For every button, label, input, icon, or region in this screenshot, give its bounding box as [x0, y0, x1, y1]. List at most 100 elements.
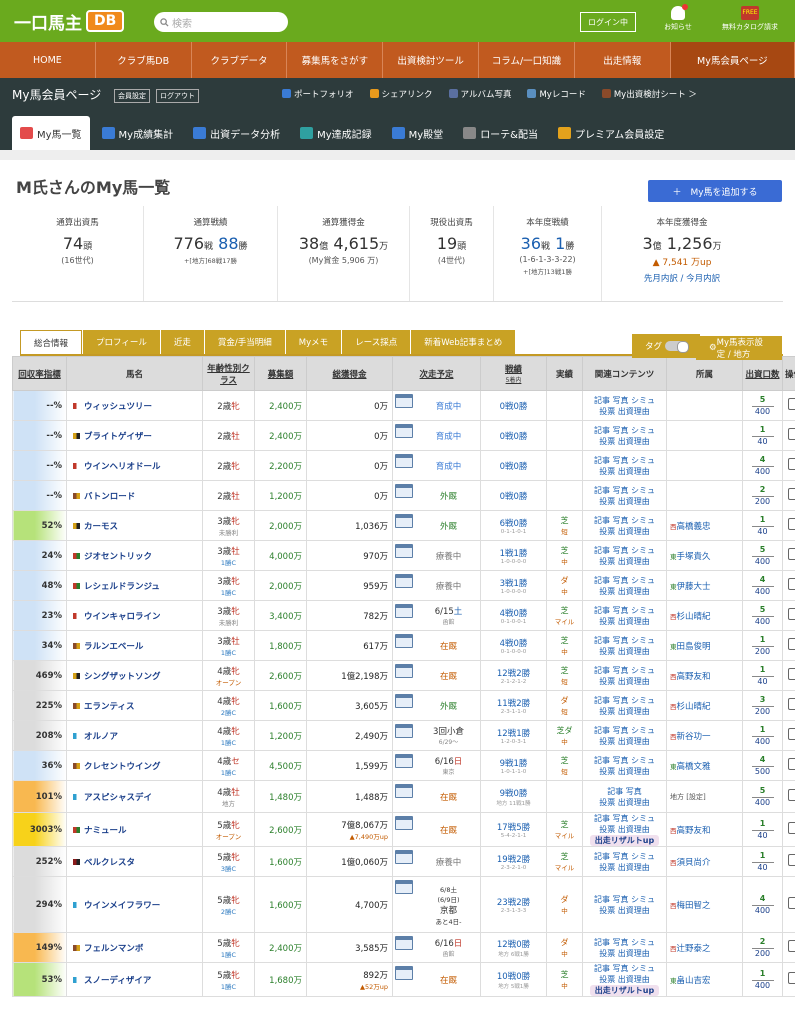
stable-trainer[interactable]: 西新谷功一 [666, 720, 743, 751]
next-schedule[interactable]: 3回小倉 6/29〜 [392, 720, 481, 751]
race-record[interactable]: 11戦2勝 2-3-1-1-0 [480, 690, 547, 721]
race-record[interactable]: 23戦2勝 2-3-1-3-3 [480, 876, 547, 933]
subtab[interactable]: 賞金/手当明細 [204, 330, 285, 354]
race-record[interactable]: 4戦0勝 0-1-0-0-1 [480, 600, 547, 631]
row-checkbox[interactable] [787, 428, 795, 440]
next-schedule[interactable]: 外厩 [392, 690, 481, 721]
subtab[interactable]: Myメモ [285, 330, 342, 354]
display-settings-link[interactable]: ⚙ My馬表示設定 / 地方 [696, 336, 782, 360]
horse-name-cell[interactable]: エランティス [66, 690, 203, 721]
race-record[interactable]: 12戦1勝 1-2-0-3-1 [480, 720, 547, 751]
catalog-button[interactable]: FREE 無料カタログ請求 [718, 6, 782, 32]
race-record[interactable]: 3戦1勝 1-0-0-0-0 [480, 570, 547, 601]
race-record[interactable]: 0戦0勝 [480, 390, 547, 421]
horse-name-cell[interactable]: ラルンエベール [66, 630, 203, 661]
race-record[interactable]: 4戦0勝 0-1-0-0-0 [480, 630, 547, 661]
calendar-icon[interactable] [395, 936, 413, 950]
next-schedule[interactable]: 外厩 [392, 510, 481, 541]
content-links-line[interactable]: 記事 写真 [583, 786, 666, 797]
horse-name-link[interactable]: ウインメイフラワー [84, 901, 160, 911]
toggle-switch[interactable] [665, 341, 690, 353]
horse-name-cell[interactable]: フェルンマンボ [66, 932, 203, 963]
content-links-line[interactable]: 投票 出資理由 [583, 948, 666, 959]
calendar-icon[interactable] [395, 694, 413, 708]
horse-name-cell[interactable]: ブライトゲイザー [66, 420, 203, 451]
tab-item[interactable]: My達成記録 [292, 116, 380, 150]
stable-trainer[interactable]: 西辻野泰之 [666, 932, 743, 963]
race-record[interactable]: 19戦2勝 2-3-2-1-0 [480, 846, 547, 877]
stable-trainer[interactable]: 西高野友和 [666, 660, 743, 691]
horse-name-link[interactable]: シングザットソング [84, 672, 161, 682]
stable-trainer[interactable]: 西杉山晴紀 [666, 690, 743, 721]
next-schedule[interactable]: 6/16日 函館 [392, 932, 481, 963]
next-schedule[interactable]: 6/16日 東京 [392, 750, 481, 781]
content-links-line[interactable]: 記事 写真 シミュ [583, 665, 666, 676]
calendar-icon[interactable] [395, 880, 413, 894]
content-links-line[interactable]: 記事 写真 シミュ [583, 851, 666, 862]
content-links-line[interactable]: 投票 出資理由 [583, 676, 666, 687]
content-links-line[interactable]: 記事 写真 シミュ [583, 575, 666, 586]
row-checkbox[interactable] [787, 608, 795, 620]
stable-trainer[interactable]: 西須貝尚介 [666, 846, 743, 877]
calendar-icon[interactable] [395, 966, 413, 980]
col-header[interactable]: 操作 [782, 356, 795, 391]
trainer-name[interactable]: 辻野泰之 [677, 944, 711, 954]
next-schedule[interactable]: 在厩 [392, 660, 481, 691]
content-links-line[interactable]: 投票 出資理由 [583, 406, 666, 417]
login-status-button[interactable]: ログイン中 [580, 12, 636, 32]
next-schedule[interactable]: 在厩 [392, 780, 481, 813]
subbar-link[interactable]: My出資検討シート ＞ [601, 88, 697, 100]
stable-trainer[interactable]: 西杉山晴紀 [666, 600, 743, 631]
tab-item[interactable]: My馬一覧 [12, 116, 90, 150]
row-checkbox[interactable] [787, 758, 795, 770]
trainer-name[interactable]: 地方 [設定] [670, 793, 706, 801]
horse-name-link[interactable]: ナミュール [84, 826, 127, 836]
horse-name-link[interactable]: カーモス [84, 522, 118, 532]
subtab[interactable]: 総合情報 [20, 330, 83, 354]
calendar-icon[interactable] [395, 544, 413, 558]
stable-trainer[interactable]: 東田島俊明 [666, 630, 743, 661]
trainer-name[interactable]: 新谷功一 [677, 732, 711, 742]
row-checkbox[interactable] [787, 698, 795, 710]
mainnav-item[interactable]: 出走情報 [575, 42, 671, 78]
horse-name-cell[interactable]: シングザットソング [66, 660, 203, 691]
content-links-line[interactable]: 記事 写真 シミュ [583, 755, 666, 766]
col-header[interactable]: 所属 [666, 356, 743, 391]
content-links-line[interactable]: 投票 出資理由 [583, 586, 666, 597]
mainnav-item[interactable]: HOME [0, 42, 96, 78]
content-links-line[interactable]: 記事 写真 シミュ [583, 635, 666, 646]
calendar-icon[interactable] [395, 816, 413, 830]
add-my-horse-button[interactable]: ＋ My馬を追加する [648, 180, 782, 202]
horse-name-cell[interactable]: バトンロード [66, 480, 203, 511]
subtab[interactable]: 新着Web記事まとめ [411, 330, 516, 354]
race-record[interactable]: 0戦0勝 [480, 480, 547, 511]
content-links-line[interactable]: 投票 出資理由 [583, 862, 666, 873]
next-schedule[interactable]: 育成中 [392, 390, 481, 421]
horse-name-link[interactable]: レシェルドランジュ [84, 582, 160, 592]
search-input[interactable]: 検索 [154, 12, 288, 32]
content-links-line[interactable]: 投票 出資理由 [583, 556, 666, 567]
subtab[interactable]: プロフィール [83, 330, 160, 354]
subbar-link[interactable]: アルバム写真 [448, 88, 511, 100]
race-record[interactable]: 10戦0勝 地方 5戦1勝 [480, 962, 547, 997]
subbar-link[interactable]: Myレコード [527, 88, 586, 100]
row-checkbox[interactable] [787, 488, 795, 500]
content-links-line[interactable]: 投票 出資理由 [583, 824, 666, 835]
content-links-line[interactable]: 記事 写真 シミュ [583, 455, 666, 466]
race-record[interactable]: 9戦1勝 1-0-1-1-0 [480, 750, 547, 781]
next-schedule[interactable]: 6/15土 函館 [392, 600, 481, 631]
col-header[interactable]: 総獲得金 [306, 356, 393, 391]
col-header[interactable]: 戦績 5着内 [480, 356, 547, 391]
horse-name-link[interactable]: ベルクレスタ [84, 858, 135, 868]
calendar-icon[interactable] [395, 574, 413, 588]
content-links-line[interactable]: 記事 写真 シミュ [583, 425, 666, 436]
logout-button[interactable]: ログアウト [156, 89, 199, 103]
col-header[interactable]: 募集額 [254, 356, 307, 391]
content-links-line[interactable]: 投票 出資理由 [583, 466, 666, 477]
horse-name-link[interactable]: ブライトゲイザー [84, 432, 152, 442]
row-checkbox[interactable] [787, 668, 795, 680]
mainnav-item[interactable]: 募集馬をさがす [287, 42, 384, 78]
horse-name-link[interactable]: ウインキャロライン [84, 612, 161, 622]
horse-name-link[interactable]: アスピシャスデイ [84, 793, 152, 803]
content-links-line[interactable]: 投票 出資理由 [583, 736, 666, 747]
